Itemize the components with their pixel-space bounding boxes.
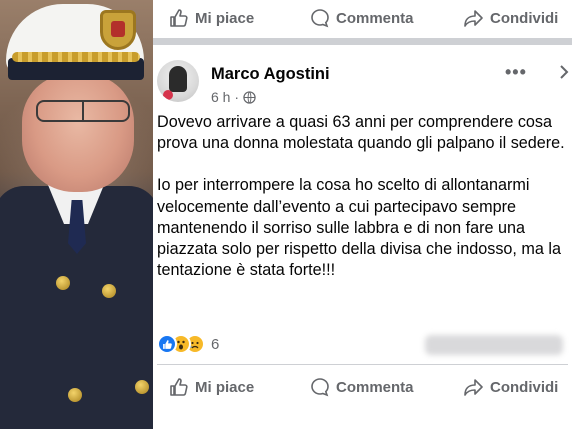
cap-badge-icon — [100, 10, 136, 50]
share-label: Condividi — [490, 378, 559, 396]
globe-icon — [243, 90, 256, 104]
comment-icon — [311, 9, 329, 28]
chevron-right-icon[interactable] — [556, 64, 572, 80]
comment-button[interactable]: Commenta — [310, 377, 414, 397]
cap-gold-braid — [12, 52, 140, 62]
share-icon — [464, 10, 483, 27]
comment-label: Commenta — [336, 9, 414, 27]
face — [22, 74, 134, 192]
post-meta: 6 h · — [211, 89, 256, 105]
share-button[interactable]: Condividi — [464, 377, 558, 397]
reactions-summary[interactable]: 6 — [157, 332, 219, 356]
officer-photo — [0, 0, 153, 429]
post-time[interactable]: 6 h · — [211, 89, 239, 105]
action-bar-bottom: Mi piace Commenta Condividi — [153, 369, 572, 405]
comment-icon — [311, 378, 329, 397]
post-paragraph: Dovevo arrivare a quasi 63 anni per comp… — [157, 113, 565, 153]
uniform-button — [68, 388, 82, 402]
thumbs-up-icon — [170, 9, 188, 27]
avatar[interactable] — [157, 60, 199, 102]
comment-label: Commenta — [336, 378, 414, 396]
comment-button[interactable]: Commenta — [310, 8, 414, 28]
glasses — [36, 100, 130, 122]
thumbs-up-icon — [170, 378, 188, 396]
share-icon — [464, 379, 483, 396]
like-button[interactable]: Mi piace — [169, 377, 254, 397]
post-body: Dovevo arrivare a quasi 63 anni per comp… — [157, 112, 570, 281]
like-reaction-icon — [157, 334, 177, 354]
post-header: Marco Agostini 6 h · ••• — [153, 56, 572, 110]
author-name[interactable]: Marco Agostini — [211, 65, 330, 84]
share-label: Condividi — [490, 9, 559, 27]
share-button[interactable]: Condividi — [464, 8, 558, 28]
like-label: Mi piace — [195, 378, 255, 396]
post-paragraph: Io per interrompere la cosa ho scelto di… — [157, 176, 562, 280]
blurred-comments-count — [425, 335, 563, 355]
uniform-button — [102, 284, 116, 298]
facebook-post-panel: Mi piace Commenta Condividi Marco Agosti… — [153, 0, 572, 429]
action-bar-top: Mi piace Commenta Condividi — [153, 0, 572, 36]
like-label: Mi piace — [195, 9, 255, 27]
post-separator — [157, 364, 568, 365]
more-options-icon[interactable]: ••• — [505, 62, 527, 83]
like-button[interactable]: Mi piace — [169, 8, 254, 28]
reaction-count: 6 — [211, 335, 220, 353]
feed-divider — [153, 38, 572, 45]
uniform-button — [135, 380, 149, 394]
uniform-button — [56, 276, 70, 290]
